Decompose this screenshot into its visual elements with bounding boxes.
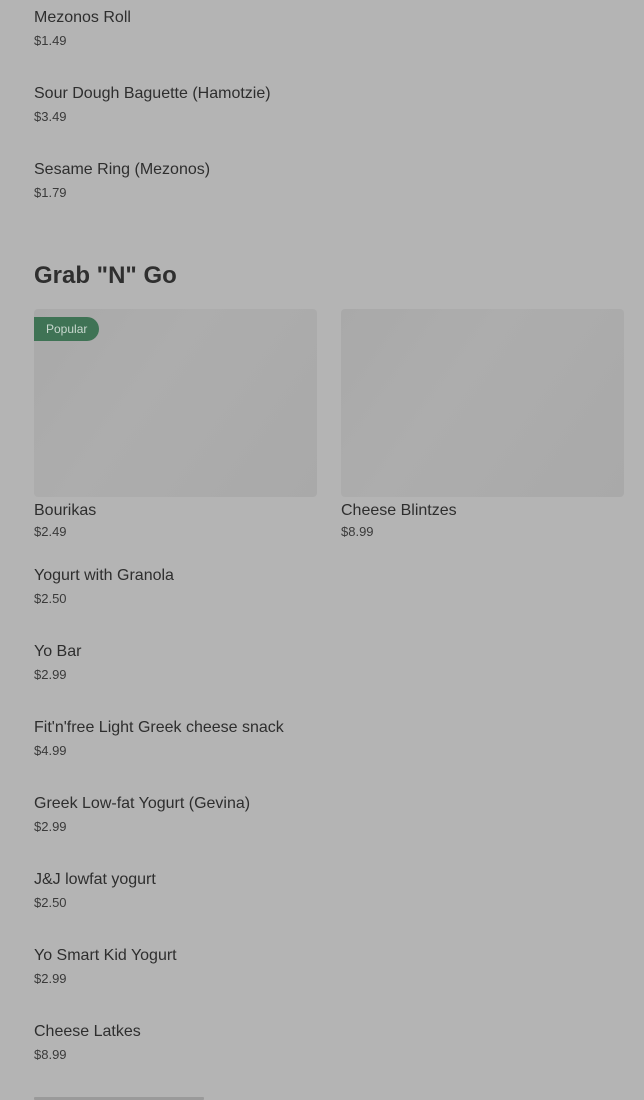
next-item-peek bbox=[34, 1094, 204, 1100]
menu-item-greek-low-fat-yogurt[interactable]: Greek Low-fat Yogurt (Gevina) $2.99 bbox=[34, 794, 250, 835]
menu-item-sour-dough-baguette[interactable]: Sour Dough Baguette (Hamotzie) $3.49 bbox=[34, 84, 271, 125]
section-title: Grab "N" Go bbox=[34, 262, 177, 289]
item-name: Greek Low-fat Yogurt (Gevina) bbox=[34, 795, 251, 812]
item-price: $4.99 bbox=[34, 743, 67, 758]
item-name: Yo Smart Kid Yogurt bbox=[34, 947, 177, 964]
item-price: $1.79 bbox=[34, 185, 67, 200]
menu-card-bourikas[interactable]: Popular Bourikas $2.49 bbox=[34, 309, 317, 540]
menu-card-cheese-blintzes[interactable]: Cheese Blintzes $8.99 bbox=[341, 309, 624, 540]
item-name: Cheese Latkes bbox=[34, 1023, 141, 1040]
popular-badge: Popular bbox=[34, 317, 100, 341]
item-name: Sour Dough Baguette (Hamotzie) bbox=[34, 85, 271, 102]
item-name: Mezonos Roll bbox=[34, 9, 131, 26]
menu-item-jj-lowfat-yogurt[interactable]: J&J lowfat yogurt $2.50 bbox=[34, 870, 156, 911]
item-name: Yo Bar bbox=[34, 643, 82, 660]
item-name: Sesame Ring (Mezonos) bbox=[34, 161, 211, 178]
item-image-placeholder bbox=[341, 309, 624, 497]
item-price: $1.49 bbox=[34, 33, 67, 48]
item-price: $2.99 bbox=[34, 667, 67, 682]
item-price: $2.49 bbox=[34, 524, 67, 539]
menu-item-sesame-ring[interactable]: Sesame Ring (Mezonos) $1.79 bbox=[34, 160, 210, 201]
menu-item-yogurt-with-granola[interactable]: Yogurt with Granola $2.50 bbox=[34, 566, 174, 607]
item-name: Bourikas bbox=[34, 502, 97, 519]
item-price: $8.99 bbox=[34, 1047, 67, 1062]
item-price: $2.99 bbox=[34, 971, 67, 986]
item-image-placeholder: Popular bbox=[34, 309, 317, 497]
menu-item-yo-smart-kid-yogurt[interactable]: Yo Smart Kid Yogurt $2.99 bbox=[34, 946, 177, 987]
item-price: $8.99 bbox=[341, 524, 374, 539]
item-price: $2.50 bbox=[34, 591, 67, 606]
menu-item-yo-bar[interactable]: Yo Bar $2.99 bbox=[34, 642, 81, 683]
item-name: Cheese Blintzes bbox=[341, 502, 457, 519]
item-price: $2.50 bbox=[34, 895, 67, 910]
item-name: Fit'n'free Light Greek cheese snack bbox=[34, 719, 284, 736]
item-name: J&J lowfat yogurt bbox=[34, 871, 156, 888]
item-price: $2.99 bbox=[34, 819, 67, 834]
menu-item-mezonos-roll[interactable]: Mezonos Roll $1.49 bbox=[34, 8, 131, 49]
menu-item-fitnfree-greek-cheese-snack[interactable]: Fit'n'free Light Greek cheese snack $4.9… bbox=[34, 718, 284, 759]
menu-item-cheese-latkes[interactable]: Cheese Latkes $8.99 bbox=[34, 1022, 141, 1063]
item-price: $3.49 bbox=[34, 109, 67, 124]
item-name: Yogurt with Granola bbox=[34, 567, 174, 584]
